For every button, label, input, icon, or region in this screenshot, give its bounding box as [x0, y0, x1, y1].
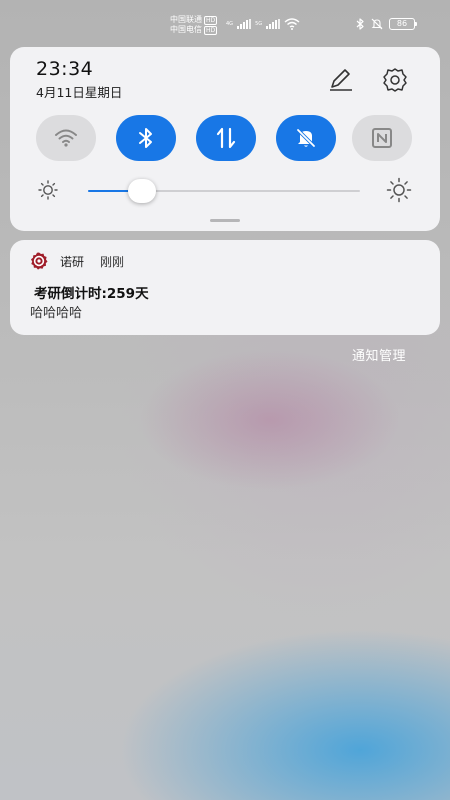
quick-settings-panel: 23:34 4月11日星期日 — [10, 47, 440, 231]
brightness-slider-thumb[interactable] — [128, 179, 157, 203]
bluetooth-toggle[interactable] — [116, 115, 176, 161]
signal-icon — [237, 19, 252, 29]
pencil-icon — [330, 69, 352, 91]
notification-card[interactable]: 诺研 刚刚 考研倒计时:259天 哈哈哈哈 — [10, 240, 440, 335]
carrier-name-2: 中国电信 — [170, 25, 202, 34]
settings-button[interactable] — [380, 65, 410, 95]
net-4g-label: 4G — [226, 20, 234, 27]
notification-app-name: 诺研 — [60, 255, 85, 269]
hd-badge-1: HD — [204, 15, 218, 25]
gear-icon — [383, 68, 407, 92]
carrier-name-1: 中国联通 — [170, 15, 202, 24]
bluetooth-icon — [139, 128, 152, 148]
date: 4月11日星期日 — [36, 85, 123, 100]
wifi-toggle[interactable] — [36, 115, 96, 161]
status-bar: 中国联通 HD 中国电信 HD 4G 5G 86 — [0, 0, 450, 42]
battery-icon: 86 — [389, 18, 417, 30]
brightness-slider[interactable] — [88, 179, 360, 203]
clock: 23:34 — [36, 58, 94, 80]
data-transfer-icon — [216, 127, 236, 149]
panel-drag-handle[interactable] — [210, 219, 240, 222]
bluetooth-status-icon — [356, 18, 364, 30]
brightness-slider-row — [36, 175, 416, 205]
hd-badge-2: HD — [204, 25, 218, 35]
notification-time: 刚刚 — [100, 255, 125, 269]
notification-manage-button[interactable]: 通知管理 — [352, 345, 406, 364]
app-logo-icon — [31, 252, 48, 270]
network-icons: 4G 5G — [226, 18, 300, 30]
mobile-data-toggle[interactable] — [196, 115, 256, 161]
signal-icon-2 — [266, 19, 281, 29]
battery-level: 86 — [396, 19, 408, 28]
bell-off-icon — [296, 128, 316, 148]
carrier-info: 中国联通 HD 中国电信 HD — [170, 15, 218, 35]
nfc-icon — [372, 128, 392, 148]
net-5g-label: 5G — [255, 20, 263, 27]
mute-status-icon — [371, 18, 383, 30]
right-status-icons: 86 — [356, 18, 417, 30]
toggle-row — [36, 115, 416, 163]
notification-body: 哈哈哈哈 — [30, 306, 83, 321]
wifi-status-icon — [284, 18, 300, 30]
edit-button[interactable] — [326, 65, 354, 93]
wifi-icon — [55, 129, 77, 147]
brightness-low-icon — [38, 180, 58, 200]
silent-toggle[interactable] — [276, 115, 336, 161]
notification-title: 考研倒计时:259天 — [34, 286, 149, 302]
nfc-toggle[interactable] — [352, 115, 412, 161]
brightness-high-icon — [386, 177, 412, 203]
